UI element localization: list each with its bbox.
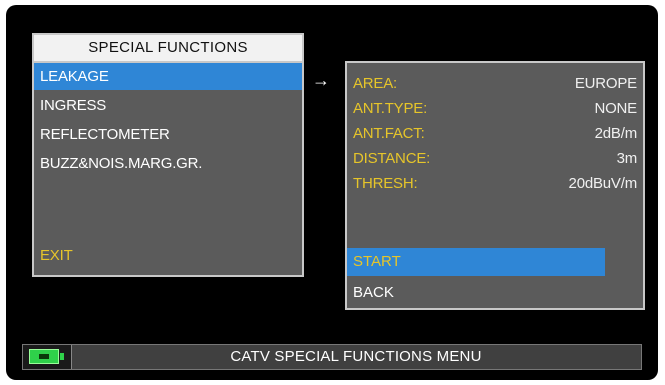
instrument-screen: SPECIAL FUNCTIONS LEAKAGE INGRESS REFLEC… — [6, 5, 658, 380]
battery-tip — [60, 353, 64, 360]
battery-charging-icon — [29, 349, 59, 364]
param-label: AREA: — [353, 75, 398, 92]
special-functions-menu: SPECIAL FUNCTIONS LEAKAGE INGRESS REFLEC… — [32, 33, 304, 277]
param-row-ant-type[interactable]: ANT.TYPE: NONE — [347, 96, 643, 121]
param-label: ANT.TYPE: — [353, 100, 428, 117]
param-value: 2dB/m — [594, 125, 638, 142]
leakage-settings-panel: AREA: EUROPE ANT.TYPE: NONE ANT.FACT: 2d… — [345, 61, 645, 310]
menu-item-buzz-noise-margin[interactable]: BUZZ&NOIS.MARG.GR. — [34, 150, 302, 177]
param-value: 20dBuV/m — [568, 175, 638, 192]
param-row-area[interactable]: AREA: EUROPE — [347, 71, 643, 96]
menu-item-exit[interactable]: EXIT — [34, 242, 302, 269]
status-title: CATV SPECIAL FUNCTIONS MENU — [230, 348, 482, 365]
param-value: NONE — [594, 100, 637, 117]
menu-item-leakage[interactable]: LEAKAGE — [34, 63, 302, 90]
param-label: ANT.FACT: — [353, 125, 425, 142]
menu-item-ingress[interactable]: INGRESS — [34, 92, 302, 119]
param-label: DISTANCE: — [353, 150, 431, 167]
param-row-distance[interactable]: DISTANCE: 3m — [347, 146, 643, 171]
start-button[interactable]: START — [347, 248, 605, 276]
menu-item-reflectometer[interactable]: REFLECTOMETER — [34, 121, 302, 148]
status-bar: CATV SPECIAL FUNCTIONS MENU — [22, 344, 642, 370]
battery-indicator — [23, 345, 72, 369]
param-row-ant-fact[interactable]: ANT.FACT: 2dB/m — [347, 121, 643, 146]
param-row-thresh[interactable]: THRESH: 20dBuV/m — [347, 171, 643, 196]
menu-title: SPECIAL FUNCTIONS — [34, 35, 302, 63]
back-button[interactable]: BACK — [347, 279, 605, 307]
param-label: THRESH: — [353, 175, 418, 192]
param-value: EUROPE — [574, 75, 637, 92]
arrow-right-icon: → — [312, 70, 330, 90]
param-value: 3m — [616, 150, 638, 167]
